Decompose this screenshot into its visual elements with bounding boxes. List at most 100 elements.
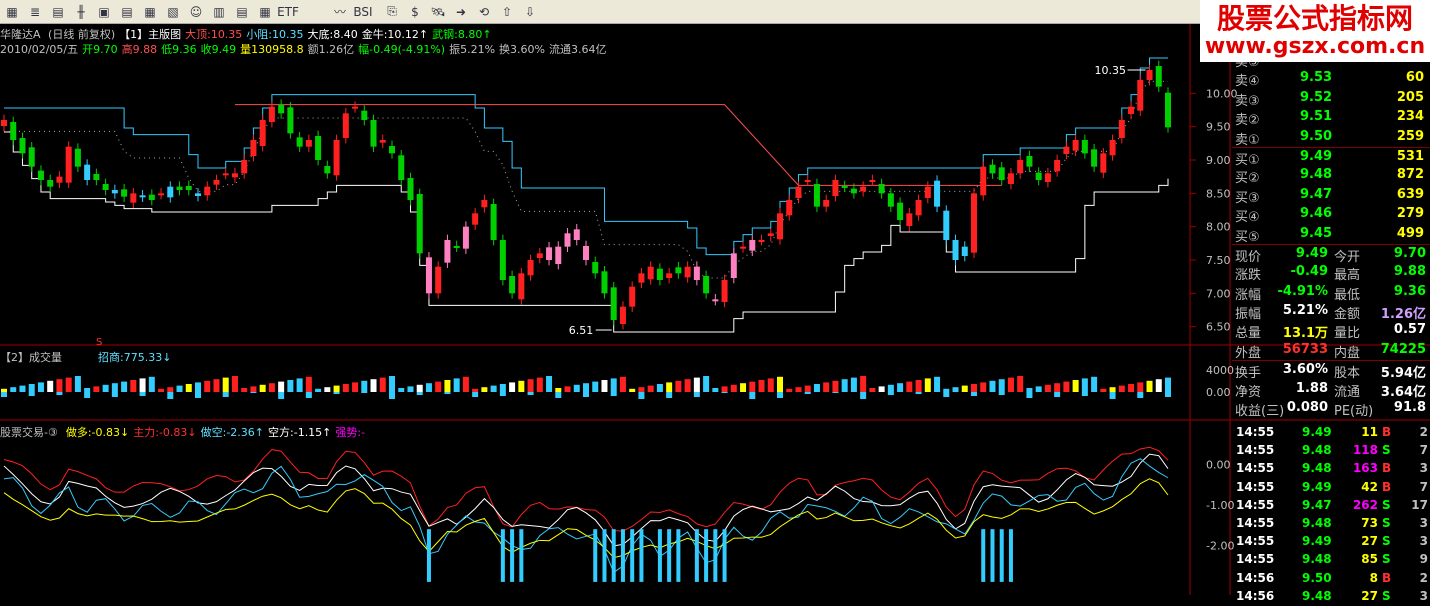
dollar-icon[interactable]: $	[405, 3, 425, 21]
tick-price: 9.48	[1302, 588, 1332, 603]
main-force-line	[3, 446, 1169, 532]
stat-label: 涨跌	[1235, 268, 1262, 284]
tick-row[interactable]: 14:55 9.48 163 B 3	[1232, 460, 1430, 478]
stat-label: 现价	[1235, 249, 1262, 265]
stat-value: 91.8	[1393, 400, 1426, 416]
volume-bar-neg	[1137, 392, 1144, 398]
candle-body	[185, 186, 192, 190]
candle-body	[195, 193, 201, 196]
strength-bar	[667, 529, 672, 582]
candle-body	[333, 140, 340, 176]
volume-bar	[1007, 377, 1014, 392]
low-label: 6.51	[569, 324, 594, 337]
ind-field: 做多:-0.83↓	[65, 426, 130, 439]
tick-time: 14:55	[1236, 534, 1275, 549]
tick-row[interactable]: 14:55 9.49 11 B 2	[1232, 424, 1430, 442]
line1-field: 大底:8.40	[307, 28, 358, 41]
ask-row[interactable]: 卖④ 9.53 60	[1232, 69, 1430, 89]
volume-bar	[878, 386, 885, 392]
volume-bar	[897, 383, 904, 392]
candle-body	[139, 195, 146, 198]
copy-icon[interactable]: ⎘	[382, 3, 402, 21]
stat-label: 股本	[1334, 366, 1361, 382]
order-price: 9.46	[1300, 206, 1333, 222]
candle-body	[730, 253, 737, 278]
tick-volume: 8	[1369, 570, 1378, 585]
candle-body	[841, 186, 848, 188]
candle-body	[998, 167, 1005, 180]
arrow-up-icon[interactable]: ⇧	[497, 3, 517, 21]
candle-body	[804, 180, 811, 182]
tick-row[interactable]: 14:55 9.48 73 S 3	[1232, 515, 1430, 533]
candle-body	[924, 186, 931, 198]
strength-bar	[611, 529, 616, 582]
candle-body	[158, 193, 165, 196]
bid-row[interactable]: 买③ 9.47 639	[1232, 186, 1430, 206]
ask-row[interactable]: 卖③ 9.52 205	[1232, 89, 1430, 109]
volume-bar	[1091, 376, 1098, 392]
image-icon[interactable]: ▧	[163, 3, 183, 21]
candle-body	[712, 299, 719, 302]
satellite-icon[interactable]: 🛰	[428, 3, 448, 21]
sheet-icon[interactable]: ▦	[140, 3, 160, 21]
analysis-icon[interactable]: 〰	[330, 3, 350, 21]
volume-bar	[148, 376, 155, 392]
volume-bar-neg	[499, 392, 506, 396]
volume-bar	[906, 381, 913, 392]
stat-label: 涨幅	[1235, 287, 1262, 303]
arrow-down-icon[interactable]: ⇩	[520, 3, 540, 21]
bsi-icon[interactable]: BSI	[353, 3, 373, 21]
tick-row[interactable]: 14:55 9.49 27 S 3	[1232, 533, 1430, 551]
line2-field: 开9.70	[82, 43, 118, 56]
table-icon[interactable]: ▤	[48, 3, 68, 21]
ask-row[interactable]: 卖② 9.51 234	[1232, 108, 1430, 128]
tick-time: 14:56	[1236, 570, 1275, 585]
volume-bar	[934, 376, 941, 392]
strength-bar	[593, 529, 598, 582]
candle-body	[850, 188, 857, 194]
tick-row[interactable]: 14:55 9.49 42 B 7	[1232, 479, 1430, 497]
volume-bar	[980, 382, 987, 392]
line2-field: 额1.26亿	[307, 43, 355, 56]
table2-icon[interactable]: ▤	[117, 3, 137, 21]
tick-row[interactable]: 14:55 9.48 85 S 9	[1232, 551, 1430, 569]
login-icon[interactable]: ➜	[451, 3, 471, 21]
volume-bar	[813, 384, 820, 392]
stat-row: 现价 9.49 今开 9.70	[1232, 243, 1430, 265]
stock-chart[interactable]: 10.009.509.008.508.007.507.006.5010.356.…	[0, 24, 1430, 595]
bid-row[interactable]: 买④ 9.46 279	[1232, 205, 1430, 225]
blank-icon[interactable]	[307, 3, 327, 21]
tick-list[interactable]: 14:55 9.49 11 B 2 14:55 9.48 118 S 7 14:55 9.48 163 B…	[1232, 424, 1430, 606]
candle-body	[767, 233, 774, 236]
window-icon[interactable]: ▣	[94, 3, 114, 21]
calendar-icon[interactable]: ▦	[255, 3, 275, 21]
candle-body	[204, 186, 211, 196]
ask-row[interactable]: 卖① 9.50 259	[1232, 128, 1430, 148]
bid-row[interactable]: 买⑤ 9.45 499	[1232, 225, 1430, 245]
tick-row[interactable]: 14:56 9.48 27 S 3	[1232, 588, 1430, 606]
volume-bar	[555, 388, 562, 392]
volume-bar	[499, 384, 506, 392]
tick-volume: 42	[1361, 479, 1378, 494]
bid-row[interactable]: 买① 9.49 531	[1232, 146, 1430, 168]
users-icon[interactable]: ☺	[186, 3, 206, 21]
refresh-icon[interactable]: ⟲	[474, 3, 494, 21]
tick-row[interactable]: 14:56 9.50 8 B 2	[1232, 570, 1430, 588]
tick-row[interactable]: 14:55 9.48 118 S 7	[1232, 442, 1430, 460]
vol-field: 【2】成交量	[0, 351, 62, 364]
tick-row[interactable]: 14:55 9.47 262 S 17	[1232, 497, 1430, 515]
candle-body	[740, 246, 747, 249]
list-icon[interactable]: ≣	[25, 3, 45, 21]
volume-bar	[592, 381, 599, 392]
bid-row[interactable]: 买② 9.48 872	[1232, 166, 1430, 186]
volume-axis-label: 0.00	[1206, 386, 1231, 399]
candle-body	[416, 194, 423, 254]
order-volume: 259	[1396, 128, 1424, 144]
line2-field: 换3.60%	[499, 43, 545, 56]
line2-field: 低9.36	[161, 43, 197, 56]
sheet2-icon[interactable]: ▤	[232, 3, 252, 21]
window2-icon[interactable]: ETF	[277, 3, 299, 21]
candle-icon[interactable]: ╫	[71, 3, 91, 21]
grid-icon[interactable]: ▦	[2, 3, 22, 21]
chart-icon[interactable]: ▥	[209, 3, 229, 21]
